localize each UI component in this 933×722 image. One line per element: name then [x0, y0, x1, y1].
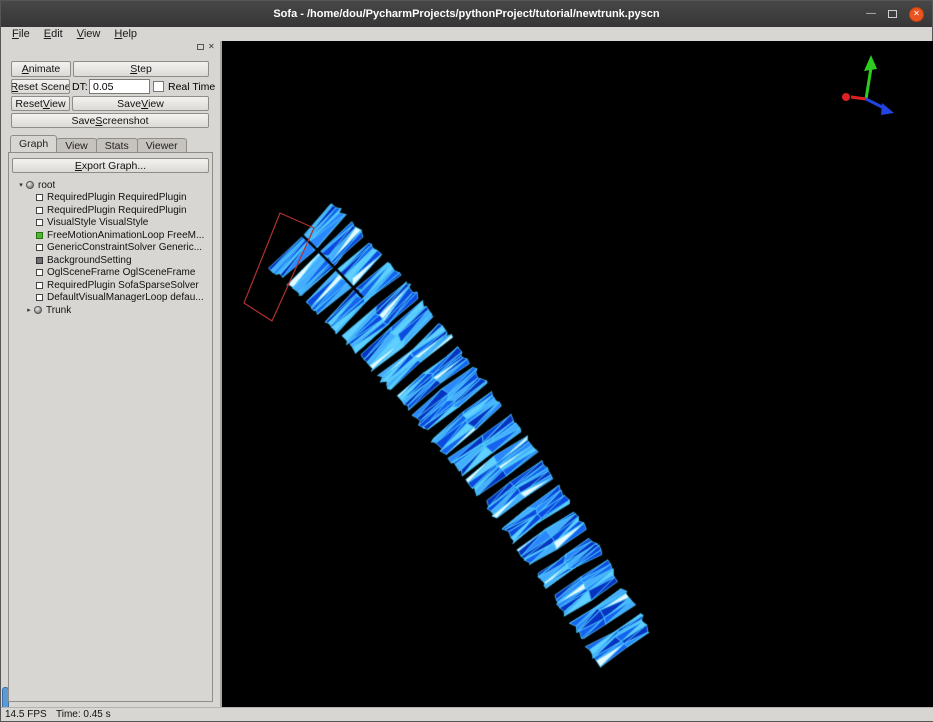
- dark-box-icon[interactable]: [36, 256, 43, 264]
- checkbox-icon[interactable]: [36, 269, 43, 277]
- z-axis-arrowhead: [881, 103, 894, 115]
- checkbox-icon[interactable]: [36, 206, 43, 214]
- checkbox-icon[interactable]: [36, 244, 43, 252]
- save-screenshot-button[interactable]: Save Screenshot: [11, 113, 209, 128]
- tree-item-label: RequiredPlugin RequiredPlugin: [47, 204, 187, 216]
- tree-item-requiredplugin[interactable]: RequiredPlugin RequiredPlugin: [10, 204, 211, 217]
- tree-item-requiredplugin[interactable]: RequiredPlugin SofaSparseSolver: [10, 279, 211, 292]
- z-axis-arrow: [865, 97, 885, 110]
- export-graph-button[interactable]: Export Graph...: [12, 158, 209, 173]
- animate-button[interactable]: Animate: [11, 61, 71, 77]
- 3d-viewport[interactable]: [222, 41, 933, 709]
- dock-close-icon[interactable]: ✕: [208, 43, 215, 51]
- tree-item-label: BackgroundSetting: [47, 254, 132, 266]
- tab-graph[interactable]: Graph: [10, 135, 58, 152]
- step-button[interactable]: Step: [73, 61, 209, 77]
- scene-graph-tree: ▾ root RequiredPlugin RequiredPlugin Requir…: [10, 179, 211, 700]
- tree-item-label: root: [38, 179, 56, 191]
- menu-help[interactable]: Help: [107, 27, 144, 41]
- node-icon: [34, 306, 42, 315]
- tree-item-genericconstraintsolver[interactable]: GenericConstraintSolver Generic...: [10, 242, 211, 255]
- checkbox-icon[interactable]: [36, 281, 43, 289]
- x-axis-arrow: [850, 95, 867, 101]
- checkbox-icon[interactable]: [36, 294, 43, 302]
- y-axis-arrowhead: [864, 55, 877, 71]
- tree-item-freemotionanimationloop[interactable]: FreeMotionAnimationLoop FreeM...: [10, 229, 211, 242]
- dock-controls: ✕: [197, 43, 215, 51]
- tree-item-label: Trunk: [46, 304, 72, 316]
- tree-item-backgroundsetting[interactable]: BackgroundSetting: [10, 254, 211, 267]
- main-content: ✕ Animate Step Reset Scene DT: Real Time…: [1, 41, 933, 711]
- y-axis-arrow: [864, 67, 873, 100]
- tree-item-oglsceneframe[interactable]: OglSceneFrame OglSceneFrame: [10, 267, 211, 280]
- dock-float-icon[interactable]: [197, 44, 204, 50]
- tree-item-defaultvisualmanagerloop[interactable]: DefaultVisualManagerLoop defau...: [10, 292, 211, 305]
- tree-item-label: GenericConstraintSolver Generic...: [47, 242, 203, 254]
- close-button[interactable]: ✕: [909, 6, 924, 22]
- tree-item-root[interactable]: ▾ root: [10, 179, 211, 192]
- collapse-icon[interactable]: ▾: [16, 181, 26, 189]
- graph-panel: Export Graph... ▾ root RequiredPlugin Requ…: [8, 152, 213, 702]
- tree-item-requiredplugin[interactable]: RequiredPlugin RequiredPlugin: [10, 192, 211, 205]
- dt-label: DT:: [72, 81, 88, 93]
- selection-box: [243, 212, 315, 322]
- x-axis-tip: [842, 93, 850, 101]
- tree-item-trunk[interactable]: ▸ Trunk: [10, 304, 211, 317]
- menu-edit[interactable]: Edit: [37, 27, 70, 41]
- real-time-label: Real Time: [168, 81, 216, 93]
- titlebar: Sofa - /home/dou/PycharmProjects/pythonP…: [1, 1, 932, 27]
- maximize-button[interactable]: [888, 10, 897, 18]
- dt-input[interactable]: [89, 79, 150, 94]
- axis-gizmo: [842, 55, 894, 115]
- green-box-icon[interactable]: [36, 231, 43, 239]
- viewport-overlay: [243, 212, 315, 322]
- tree-item-label: FreeMotionAnimationLoop FreeM...: [47, 229, 205, 241]
- panel-tabbar: Graph View Stats Viewer: [10, 135, 187, 152]
- tree-item-label: RequiredPlugin SofaSparseSolver: [47, 279, 199, 291]
- expand-icon[interactable]: ▸: [24, 306, 34, 314]
- reset-view-button[interactable]: Reset View: [11, 96, 70, 111]
- reset-scene-button[interactable]: Reset Scene: [11, 79, 70, 94]
- tree-item-label: OglSceneFrame OglSceneFrame: [47, 267, 196, 279]
- sim-time-indicator: Time: 0.45 s: [56, 709, 111, 720]
- checkbox-icon[interactable]: [36, 194, 43, 202]
- statusbar: 14.5 FPS Time: 0.45 s: [1, 707, 933, 721]
- save-view-button[interactable]: Save View: [72, 96, 209, 111]
- minimize-button[interactable]: —: [866, 9, 876, 19]
- menubar: File Edit View Help: [1, 27, 932, 41]
- real-time-checkbox[interactable]: [153, 81, 164, 92]
- node-icon: [26, 181, 34, 190]
- tab-stats[interactable]: Stats: [95, 138, 138, 152]
- tree-item-label: DefaultVisualManagerLoop defau...: [47, 292, 204, 304]
- tab-view[interactable]: View: [56, 138, 97, 152]
- window-controls: — ✕: [866, 1, 924, 27]
- menu-file[interactable]: File: [5, 27, 37, 41]
- tree-item-visualstyle[interactable]: VisualStyle VisualStyle: [10, 217, 211, 230]
- tree-item-label: RequiredPlugin RequiredPlugin: [47, 192, 187, 204]
- tree-item-label: VisualStyle VisualStyle: [47, 217, 149, 229]
- menu-view[interactable]: View: [70, 27, 108, 41]
- window-title: Sofa - /home/dou/PycharmProjects/pythonP…: [273, 8, 660, 20]
- tab-viewer[interactable]: Viewer: [136, 138, 187, 152]
- checkbox-icon[interactable]: [36, 219, 43, 227]
- fps-indicator: 14.5 FPS: [5, 709, 47, 720]
